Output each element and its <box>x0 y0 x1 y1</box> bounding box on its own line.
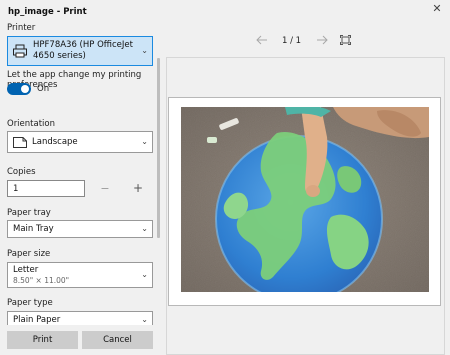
fit-page-icon[interactable] <box>340 35 351 45</box>
cancel-button[interactable]: Cancel <box>82 331 153 349</box>
child-drawing-earth-chalk-photo <box>181 107 429 292</box>
copies-input[interactable]: 1 <box>7 180 85 197</box>
paper-tray-select[interactable]: Main Tray ⌄ <box>7 220 153 238</box>
preview-page <box>168 97 441 306</box>
decrement-button[interactable]: − <box>98 180 112 197</box>
toggle-knob <box>21 85 29 93</box>
paper-size-value: Letter <box>13 265 39 275</box>
window-title: hp_image - Print <box>8 7 87 17</box>
printer-name: HPF78A36 (HP OfficeJet 4650 series) <box>33 40 133 61</box>
preferences-toggle[interactable] <box>7 83 31 95</box>
settings-pane: Printer HPF78A36 (HP OfficeJet 4650 seri… <box>0 20 160 355</box>
chevron-down-icon: ⌄ <box>141 315 148 324</box>
settings-scrollbar[interactable] <box>157 58 160 238</box>
copies-label: Copies <box>7 167 36 177</box>
chevron-down-icon: ⌄ <box>141 224 148 233</box>
landscape-page-icon <box>13 137 27 148</box>
chevron-down-icon: ⌄ <box>141 137 148 146</box>
orientation-label: Orientation <box>7 119 55 129</box>
paper-size-select[interactable]: Letter 8.50" × 11.00" ⌄ <box>7 262 153 288</box>
paper-size-detail: 8.50" × 11.00" <box>13 276 70 285</box>
chevron-down-icon: ⌄ <box>141 270 148 279</box>
paper-size-label: Paper size <box>7 249 51 259</box>
orientation-value: Landscape <box>32 137 78 147</box>
printer-icon <box>13 44 27 58</box>
toggle-state-label: On <box>37 84 50 94</box>
paper-type-value: Plain Paper <box>13 315 61 325</box>
paper-tray-value: Main Tray <box>13 224 54 234</box>
close-icon[interactable]: ✕ <box>430 2 444 16</box>
copies-value: 1 <box>13 184 19 194</box>
arrow-left-icon[interactable] <box>256 35 268 45</box>
increment-button[interactable]: + <box>131 180 145 197</box>
paper-type-label: Paper type <box>7 298 53 308</box>
orientation-select[interactable]: Landscape ⌄ <box>7 131 153 153</box>
printer-label: Printer <box>7 23 36 33</box>
printer-select[interactable]: HPF78A36 (HP OfficeJet 4650 series) ⌄ <box>7 36 153 66</box>
page-indicator: 1 / 1 <box>282 36 302 46</box>
arrow-right-icon[interactable] <box>316 35 328 45</box>
chevron-down-icon: ⌄ <box>141 46 148 55</box>
paper-tray-label: Paper tray <box>7 208 51 218</box>
print-button[interactable]: Print <box>7 331 78 349</box>
